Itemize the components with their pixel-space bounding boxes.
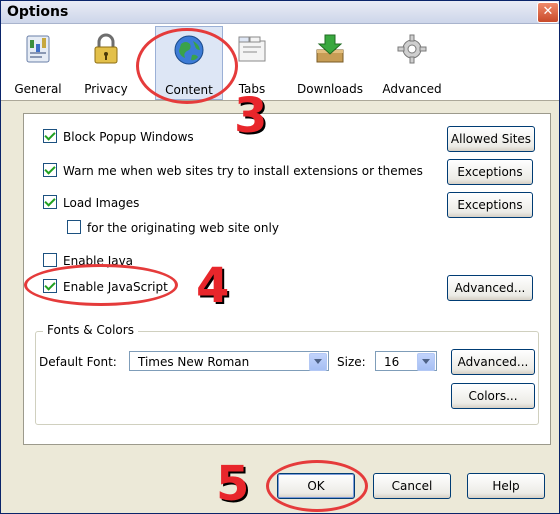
options-dialog: Options ✕ General Privacy Content Tabs D… — [0, 0, 560, 514]
load-images-checkbox[interactable] — [43, 195, 57, 209]
tabs-icon — [235, 32, 269, 66]
exceptions-button-images[interactable]: Exceptions — [447, 192, 533, 218]
fonts-colors-group — [35, 331, 539, 425]
tab-advanced[interactable]: Advanced — [379, 26, 445, 98]
tab-privacy-label: Privacy — [84, 82, 128, 96]
annotation-ring-content — [136, 28, 238, 104]
originating-only-checkbox[interactable] — [67, 220, 81, 234]
font-size-select[interactable]: 16 — [375, 351, 437, 371]
help-button[interactable]: Help — [467, 473, 545, 499]
default-font-label: Default Font: — [39, 355, 117, 369]
colors-button[interactable]: Colors... — [451, 383, 535, 409]
fonts-advanced-button[interactable]: Advanced... — [451, 349, 535, 375]
block-popups-option[interactable]: Block Popup Windows — [43, 129, 194, 144]
originating-only-label: for the originating web site only — [87, 221, 279, 235]
window-title: Options — [7, 4, 69, 20]
tab-privacy[interactable]: Privacy — [77, 26, 135, 98]
block-popups-label: Block Popup Windows — [63, 130, 194, 144]
default-font-value: Times New Roman — [138, 355, 250, 369]
load-images-option[interactable]: Load Images — [43, 195, 139, 210]
annotation-step-3: 3 — [234, 88, 268, 144]
tab-general-label: General — [14, 82, 62, 96]
cancel-button[interactable]: Cancel — [373, 473, 451, 499]
chevron-down-icon[interactable] — [309, 353, 327, 371]
exceptions-button-extensions[interactable]: Exceptions — [447, 159, 533, 185]
default-font-select[interactable]: Times New Roman — [129, 351, 329, 371]
lock-icon — [89, 32, 123, 66]
general-icon — [21, 32, 55, 66]
options-toolbar: General Privacy Content Tabs Downloads A… — [1, 24, 559, 101]
annotation-ring-javascript — [24, 264, 178, 306]
block-popups-checkbox[interactable] — [43, 129, 57, 143]
title-bar: Options ✕ — [1, 1, 559, 24]
tab-advanced-label: Advanced — [382, 82, 442, 96]
tab-general[interactable]: General — [11, 26, 65, 98]
enable-java-checkbox[interactable] — [43, 253, 57, 267]
download-icon — [313, 32, 347, 66]
load-images-label: Load Images — [63, 196, 140, 210]
close-button[interactable]: ✕ — [537, 2, 559, 23]
allowed-sites-button[interactable]: Allowed Sites — [447, 126, 535, 152]
annotation-step-5: 5 — [216, 456, 250, 512]
gear-icon — [395, 32, 429, 66]
warn-extensions-label: Warn me when web sites try to install ex… — [63, 164, 423, 178]
size-label: Size: — [337, 355, 366, 369]
tab-downloads[interactable]: Downloads — [293, 26, 367, 98]
tab-downloads-label: Downloads — [297, 82, 363, 96]
annotation-ring-ok — [266, 460, 368, 512]
chevron-down-icon[interactable] — [417, 353, 435, 371]
annotation-step-4: 4 — [196, 258, 230, 314]
fonts-colors-label: Fonts & Colors — [43, 323, 138, 337]
originating-only-option[interactable]: for the originating web site only — [67, 220, 279, 235]
advanced-javascript-button[interactable]: Advanced... — [447, 275, 533, 301]
warn-extensions-option[interactable]: Warn me when web sites try to install ex… — [43, 163, 423, 178]
font-size-value: 16 — [384, 355, 400, 369]
warn-extensions-checkbox[interactable] — [43, 163, 57, 177]
